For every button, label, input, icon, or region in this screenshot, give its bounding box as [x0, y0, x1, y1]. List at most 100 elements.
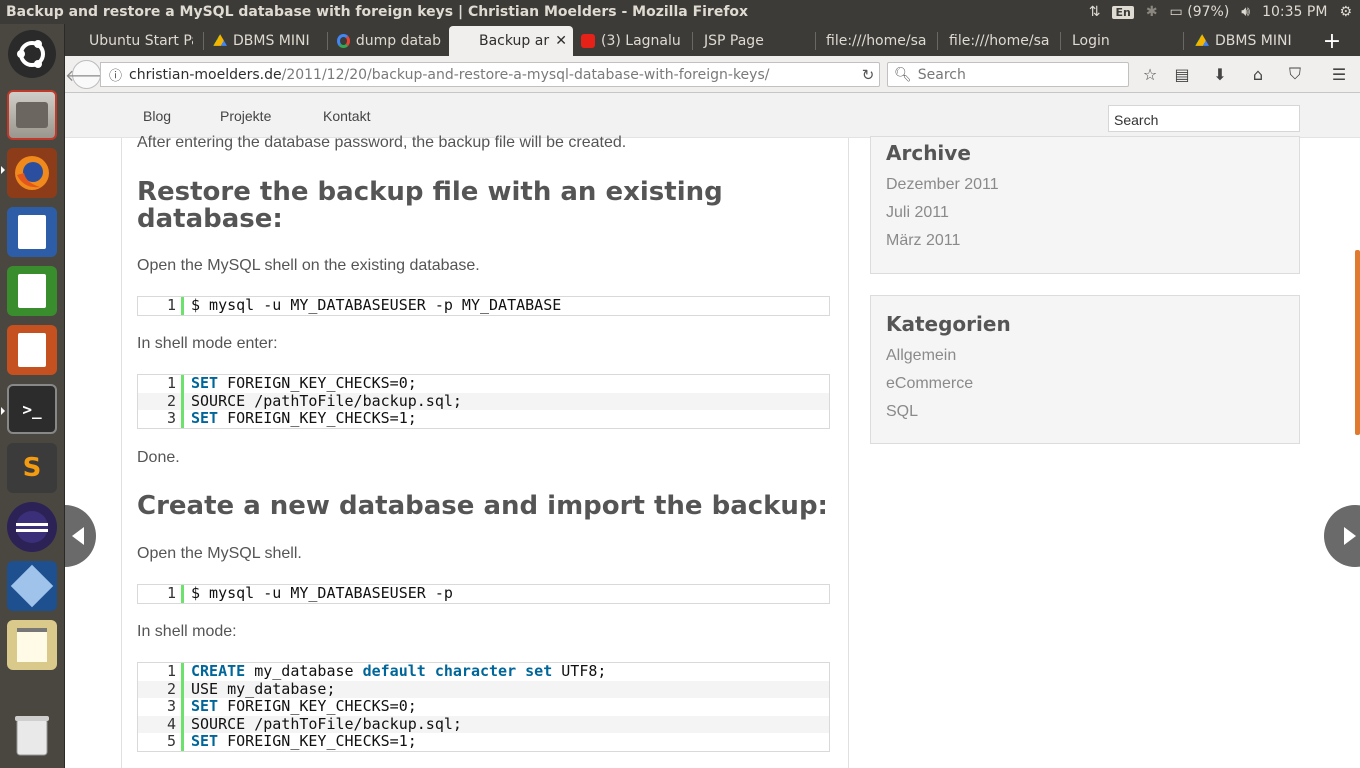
trash-icon[interactable]: [7, 710, 57, 760]
categories-title: Kategorien: [886, 312, 1011, 336]
bookmark-star-icon[interactable]: ☆: [1140, 64, 1160, 84]
new-tab-button[interactable]: +: [1310, 26, 1354, 56]
category-link[interactable]: Allgemein: [886, 347, 956, 365]
site-info-icon[interactable]: ⓘ: [109, 65, 125, 84]
sublime-text-icon[interactable]: S: [7, 443, 57, 493]
pocket-icon[interactable]: ⛉: [1285, 64, 1305, 84]
site-search-input[interactable]: Search: [1108, 105, 1300, 132]
tab-label: dump datab: [355, 33, 441, 49]
line-number: 2: [138, 392, 184, 411]
tab-ubuntu-start[interactable]: Ubuntu Start Pa: [81, 26, 193, 56]
launcher: >_ S: [0, 24, 65, 768]
tab-jsp-page[interactable]: JSP Page: [696, 26, 814, 56]
url-bar[interactable]: ⓘ christian-moelders.de/2011/12/20/backu…: [100, 62, 880, 87]
page-scrollbar[interactable]: [1355, 250, 1360, 435]
tab-label: Ubuntu Start Pa: [89, 33, 193, 49]
battery-indicator[interactable]: ▭ (97%): [1170, 4, 1230, 20]
downloads-icon[interactable]: ⬇: [1210, 64, 1230, 84]
reload-icon[interactable]: ↻: [855, 62, 881, 87]
tab-separator: [937, 32, 938, 50]
navigation-toolbar: 🡐 ⓘ christian-moelders.de/2011/12/20/bac…: [65, 56, 1360, 93]
battery-percent: (97%): [1187, 4, 1230, 20]
tab-login[interactable]: Login: [1064, 26, 1180, 56]
paragraph-after-password: After entering the database password, th…: [137, 134, 627, 151]
code-line: 1 SET FOREIGN_KEY_CHECKS=0;: [138, 374, 829, 393]
browser-search-input[interactable]: 🔍︎ Search: [887, 62, 1129, 87]
running-indicator: [1, 166, 5, 174]
paragraph-shell-enter: In shell mode enter:: [137, 335, 278, 352]
line-number: 1: [138, 584, 184, 603]
settings-gear-icon[interactable]: ⚙: [1339, 4, 1352, 20]
line-number: 1: [138, 296, 184, 315]
heading-restore-line: Restore the backup file with an existing: [137, 177, 723, 207]
nav-link-kontakt[interactable]: Kontakt: [323, 108, 370, 124]
tab-dbms-mini[interactable]: DBMS MINI: [205, 26, 320, 56]
code-text: $ mysql -u MY_DATABASEUSER -p: [191, 584, 453, 602]
nav-link-projekte[interactable]: Projekte: [220, 108, 271, 124]
code-line: 4 SOURCE /pathToFile/backup.sql;: [138, 715, 829, 734]
code-line: 2 SOURCE /pathToFile/backup.sql;: [138, 392, 829, 411]
indicator-area: ⇅ En ✱ ▭ (97%) 🔊︎ 10:35 PM ⚙: [1089, 0, 1352, 24]
firefox-icon[interactable]: [7, 148, 57, 198]
clock[interactable]: 10:35 PM: [1262, 4, 1327, 20]
tab-youtube[interactable]: (3) Lagnalu: [573, 26, 689, 56]
back-button[interactable]: 🡐: [65, 60, 108, 89]
libreoffice-impress-icon[interactable]: [7, 325, 57, 375]
youtube-icon: [581, 34, 595, 48]
site-navigation: Blog Projekte Kontakt Search: [65, 93, 1360, 138]
arrow-left-icon: [72, 527, 84, 545]
paragraph-open-shell: Open the MySQL shell.: [137, 545, 302, 562]
volume-icon[interactable]: 🔊︎: [1241, 4, 1250, 20]
virtualbox-icon[interactable]: [7, 561, 57, 611]
text-editor-icon[interactable]: [7, 620, 57, 670]
terminal-icon[interactable]: >_: [7, 384, 57, 434]
dash-home-icon[interactable]: [8, 30, 56, 78]
tab-file-2[interactable]: file:///home/sa: [941, 26, 1057, 56]
tab-backup-active[interactable]: Backup ar ✕: [449, 26, 573, 56]
tab-separator: [203, 32, 204, 50]
keyboard-layout-indicator[interactable]: En: [1112, 5, 1134, 19]
tab-label: Backup ar: [479, 33, 550, 49]
code-text: USE my_database;: [191, 679, 336, 698]
arrow-right-icon: [1344, 527, 1356, 545]
files-app-icon[interactable]: [7, 90, 57, 140]
archive-link[interactable]: März 2011: [886, 232, 960, 250]
categories-widget: Kategorien Allgemein eCommerce SQL: [870, 295, 1300, 444]
tab-label: (3) Lagnalu: [601, 33, 681, 49]
archive-link[interactable]: Juli 2011: [886, 204, 949, 222]
heading-restore-line: database:: [137, 204, 283, 234]
paragraph-done: Done.: [137, 449, 180, 466]
libreoffice-calc-icon[interactable]: [7, 266, 57, 316]
nav-link-blog[interactable]: Blog: [143, 108, 171, 124]
tab-separator: [1060, 32, 1061, 50]
tab-file-1[interactable]: file:///home/sa: [818, 26, 934, 56]
code-line: 2 USE my_database;: [138, 679, 829, 699]
paragraph-shell-mode: In shell mode:: [137, 623, 237, 640]
battery-icon: ▭: [1169, 4, 1183, 20]
category-link[interactable]: SQL: [886, 403, 918, 421]
menu-hamburger-icon[interactable]: ☰: [1329, 64, 1349, 84]
reading-list-icon[interactable]: ▤: [1172, 64, 1192, 84]
google-drive-icon: [1195, 34, 1209, 46]
bluetooth-icon[interactable]: ✱: [1146, 4, 1158, 20]
tab-dump-database[interactable]: dump datab: [329, 26, 441, 56]
code-text: SET FOREIGN_KEY_CHECKS=1;: [184, 409, 417, 428]
archive-link[interactable]: Dezember 2011: [886, 176, 999, 194]
close-tab-icon[interactable]: ✕: [555, 33, 567, 49]
network-arrows-icon[interactable]: ⇅: [1089, 4, 1101, 20]
category-link[interactable]: eCommerce: [886, 375, 973, 393]
eclipse-icon[interactable]: [7, 502, 57, 552]
libreoffice-writer-icon[interactable]: [7, 207, 57, 257]
article-content: After entering the database password, th…: [121, 134, 849, 768]
tab-dbms-mini-2[interactable]: DBMS MINI: [1187, 26, 1305, 56]
home-icon[interactable]: ⌂: [1248, 64, 1268, 84]
tab-separator: [1183, 32, 1184, 50]
previous-post-button[interactable]: [65, 505, 96, 567]
code-rest: FOREIGN_KEY_CHECKS=0;: [218, 374, 417, 392]
code-line: 3 SET FOREIGN_KEY_CHECKS=1;: [138, 409, 829, 428]
tab-label: DBMS MINI: [1215, 33, 1292, 49]
archive-widget: Archive Dezember 2011 Juli 2011 März 201…: [870, 136, 1300, 274]
next-post-button[interactable]: [1324, 505, 1360, 567]
code-block-restore: 1 SET FOREIGN_KEY_CHECKS=0; 2 SOURCE /pa…: [137, 374, 830, 429]
url-path: /2011/12/20/backup-and-restore-a-mysql-d…: [281, 66, 770, 83]
